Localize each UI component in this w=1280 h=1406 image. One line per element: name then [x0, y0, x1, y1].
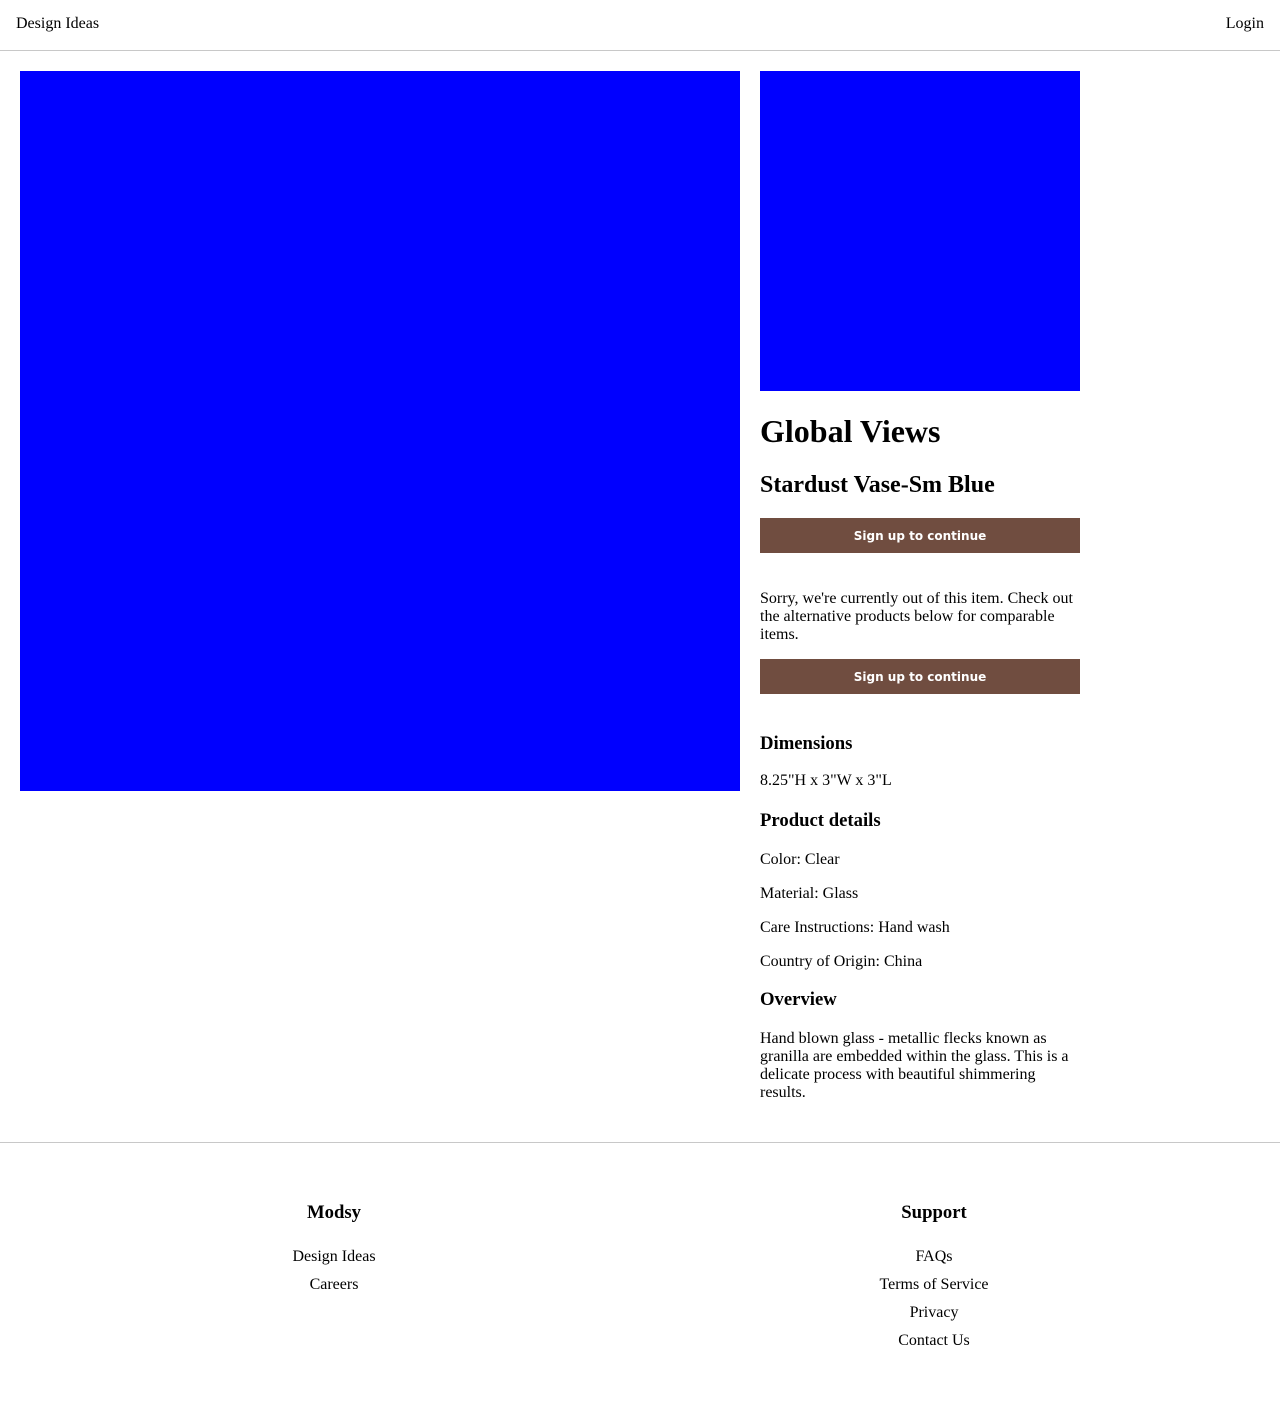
footer-link-design-ideas[interactable]: Design Ideas: [134, 1243, 534, 1271]
detail-origin: Country of Origin: China: [760, 953, 923, 970]
product-thumbnail-fill: [760, 71, 1080, 391]
sign-up-button-secondary[interactable]: Sign up to continue: [760, 659, 1080, 694]
dimensions-heading: Dimensions: [760, 733, 853, 754]
footer-modsy-heading: Modsy: [307, 1202, 361, 1223]
footer-link-careers[interactable]: Careers: [134, 1271, 534, 1299]
product-brand: Global Views: [760, 413, 941, 449]
footer-link-terms[interactable]: Terms of Service: [734, 1271, 1134, 1299]
footer: Modsy Design Ideas Careers Support FAQs …: [0, 1142, 1280, 1406]
product-name: Stardust Vase-Sm Blue: [760, 472, 995, 498]
product-thumbnail-image[interactable]: [760, 71, 1080, 391]
overview-text: Hand blown glass - metallic flecks known…: [760, 1030, 1069, 1101]
overview-heading: Overview: [760, 989, 837, 1010]
sign-up-button[interactable]: Sign up to continue: [760, 518, 1080, 553]
product-details-heading: Product details: [760, 810, 881, 831]
detail-color: Color: Clear: [760, 851, 840, 868]
nav-login-link[interactable]: Login: [1226, 15, 1264, 33]
detail-care: Care Instructions: Hand wash: [760, 919, 950, 936]
top-nav: Design Ideas Login: [0, 0, 1280, 51]
footer-column-support: Support FAQs Terms of Service Privacy Co…: [734, 1201, 1134, 1355]
footer-link-contact[interactable]: Contact Us: [734, 1327, 1134, 1355]
dimensions-value: 8.25"H x 3"W x 3"L: [760, 772, 892, 789]
footer-column-modsy: Modsy Design Ideas Careers: [134, 1201, 534, 1299]
footer-link-faqs[interactable]: FAQs: [734, 1243, 1134, 1271]
detail-material: Material: Glass: [760, 885, 859, 902]
product-main-image: [20, 71, 740, 791]
product-main-image-fill: [20, 71, 740, 791]
nav-design-ideas-link[interactable]: Design Ideas: [16, 15, 99, 33]
footer-support-heading: Support: [901, 1202, 967, 1223]
product-info-panel: Global Views Stardust Vase-Sm Blue Sign …: [760, 71, 1080, 1101]
footer-link-privacy[interactable]: Privacy: [734, 1299, 1134, 1327]
out-of-stock-notice: Sorry, we're currently out of this item.…: [760, 590, 1073, 643]
